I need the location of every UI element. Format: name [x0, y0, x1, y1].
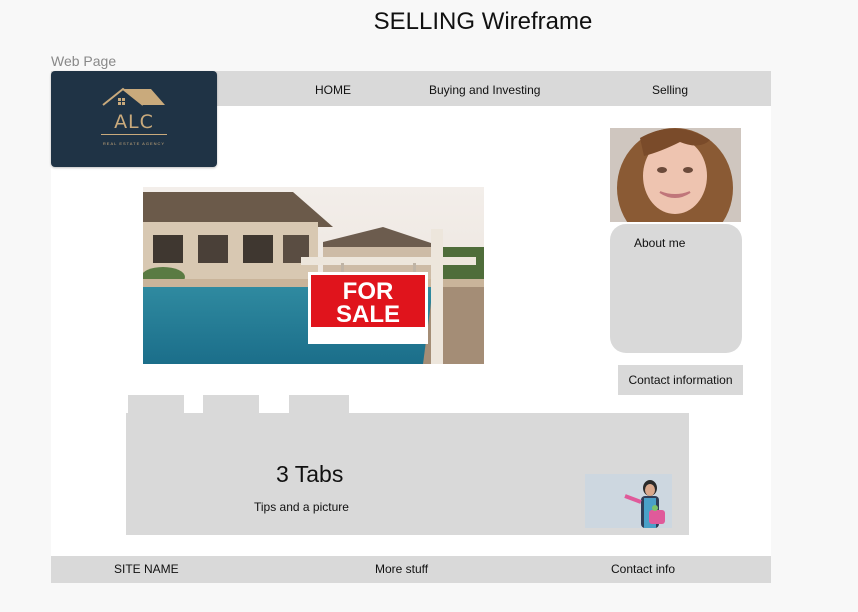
- logo-subtext: REAL ESTATE AGENCY: [102, 141, 166, 146]
- nav-selling-link[interactable]: Selling: [652, 83, 688, 97]
- footer-contact-link[interactable]: Contact info: [611, 562, 675, 576]
- about-me-title: About me: [634, 236, 686, 250]
- wireframe-title: SELLING Wireframe: [373, 8, 593, 35]
- page-label: Web Page: [51, 53, 117, 69]
- logo-divider: [101, 134, 167, 135]
- tab-2[interactable]: [203, 395, 259, 413]
- tabs-heading: 3 Tabs: [276, 461, 344, 487]
- tabs-subtext: Tips and a picture: [254, 500, 349, 514]
- company-logo[interactable]: ALC REAL ESTATE AGENCY: [51, 71, 217, 167]
- tab-1[interactable]: [128, 395, 184, 413]
- hero-image: FOR SALE: [143, 187, 484, 364]
- agent-portrait: [610, 128, 741, 222]
- contact-information-button[interactable]: Contact information: [618, 365, 743, 395]
- nav-buying-link[interactable]: Buying and Investing: [429, 83, 540, 97]
- for-sale-text-2: SALE: [336, 301, 400, 328]
- footer-site-name: SITE NAME: [114, 562, 179, 576]
- tip-picture: [585, 474, 672, 528]
- footer-more-stuff-link[interactable]: More stuff: [375, 562, 428, 576]
- house-icon: [102, 87, 165, 106]
- nav-home-link[interactable]: HOME: [315, 83, 351, 97]
- tab-3[interactable]: [289, 395, 349, 413]
- logo-text: ALC: [114, 111, 154, 133]
